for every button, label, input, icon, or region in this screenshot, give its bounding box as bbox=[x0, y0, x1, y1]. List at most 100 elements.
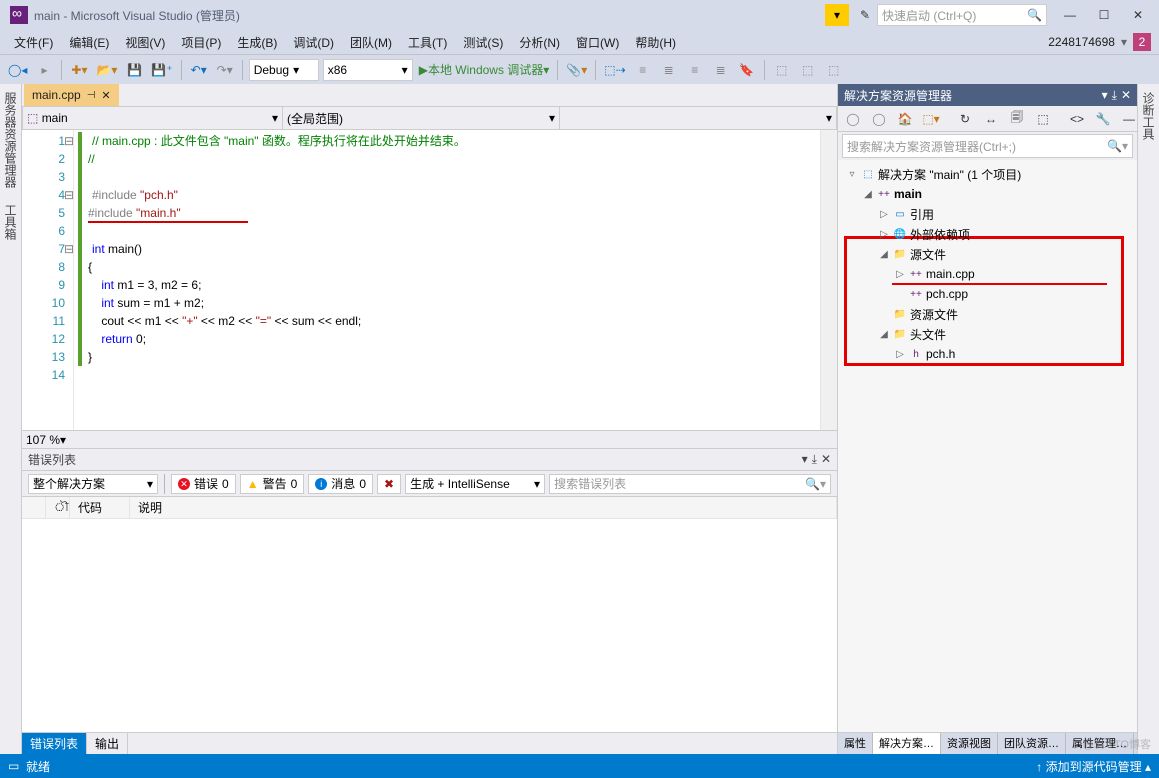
menu-file[interactable]: 文件(F) bbox=[8, 32, 59, 53]
close-button[interactable]: ✕ bbox=[1121, 4, 1155, 26]
close-tab-icon[interactable]: ✕ bbox=[101, 89, 110, 102]
menu-build[interactable]: 生成(B) bbox=[231, 32, 283, 53]
error-list-body[interactable] bbox=[22, 519, 837, 732]
tree-node[interactable]: ▷ ▭ 引用 bbox=[838, 204, 1137, 224]
nav-member-combo[interactable]: ▾ bbox=[560, 107, 836, 129]
solution-explorer-title[interactable]: 解决方案资源管理器 ▾⤓✕ bbox=[838, 84, 1137, 106]
team-explorer-tab[interactable]: 团队资源… bbox=[998, 733, 1066, 754]
toolbar-comment-icon[interactable]: ≡ bbox=[684, 59, 706, 81]
menu-analyze[interactable]: 分析(N) bbox=[513, 32, 566, 53]
panel-pin-icon[interactable]: ⤓ bbox=[812, 452, 817, 467]
editor-scrollbar[interactable] bbox=[820, 130, 837, 430]
feedback-icon[interactable]: ✎ bbox=[853, 4, 877, 26]
new-project-button[interactable]: ✚▾ bbox=[68, 59, 90, 81]
panel-dropdown-icon[interactable]: ▾ bbox=[802, 452, 808, 467]
nav-fwd-button[interactable]: ▸ bbox=[33, 59, 55, 81]
source-control-status[interactable]: ↑ 添加到源代码管理 ▴ bbox=[1036, 758, 1151, 775]
se-code-icon[interactable]: <> bbox=[1066, 108, 1088, 130]
solution-explorer-tab[interactable]: 解决方案… bbox=[873, 733, 941, 754]
user-dropdown-icon[interactable]: ▾ bbox=[1121, 35, 1127, 49]
tree-node[interactable]: ▷ ++ main.cpp bbox=[838, 264, 1137, 284]
toolbar-uncomment-icon[interactable]: ≣ bbox=[710, 59, 732, 81]
start-debug-button[interactable]: ▶ 本地 Windows 调试器 ▾ bbox=[417, 59, 552, 81]
nav-scope-combo[interactable]: ⬚ main▾ bbox=[23, 107, 283, 129]
se-properties-icon[interactable]: 🔧 bbox=[1092, 108, 1114, 130]
error-list-tab[interactable]: 错误列表 bbox=[22, 733, 87, 754]
nav-type-combo[interactable]: (全局范围)▾ bbox=[283, 107, 560, 129]
minimize-button[interactable]: — bbox=[1053, 4, 1087, 26]
notifications-flag-icon[interactable]: ▾ bbox=[825, 4, 849, 26]
se-sync-icon[interactable]: ⬚▾ bbox=[920, 108, 942, 130]
save-button[interactable]: 💾 bbox=[123, 59, 145, 81]
error-search-input[interactable]: 搜索错误列表🔍▾ bbox=[549, 474, 831, 494]
code-editor[interactable]: 1234567891011121314 ⊟// main.cpp : 此文件包含… bbox=[22, 130, 837, 430]
platform-combo[interactable]: x86▾ bbox=[323, 59, 413, 81]
document-tab-main[interactable]: main.cpp ⊣ ✕ bbox=[24, 84, 119, 106]
messages-filter-chip[interactable]: i消息 0 bbox=[308, 474, 373, 494]
redo-button[interactable]: ↷▾ bbox=[214, 59, 236, 81]
toolbar-indent-icon[interactable]: ≡ bbox=[632, 59, 654, 81]
error-list-header[interactable]: ৗ 代码 说明 bbox=[22, 497, 837, 519]
toolbox-tab[interactable]: 工具箱 bbox=[0, 200, 21, 244]
resource-view-tab[interactable]: 资源视图 bbox=[941, 733, 998, 754]
user-id-label[interactable]: 2248174698 bbox=[1048, 35, 1115, 49]
undo-button[interactable]: ↶▾ bbox=[188, 59, 210, 81]
toolbar-attach-icon[interactable]: 📎▾ bbox=[564, 59, 589, 81]
nav-back-button[interactable]: ◯◂ bbox=[6, 59, 29, 81]
panel-close-icon[interactable]: ✕ bbox=[1121, 88, 1131, 103]
tree-node[interactable]: ▷ h pch.h bbox=[838, 344, 1137, 364]
se-refresh-icon[interactable]: ↻ bbox=[954, 108, 976, 130]
se-collapse-icon[interactable]: ↔ bbox=[980, 108, 1002, 130]
error-list-title-bar[interactable]: 错误列表 ▾⤓✕ bbox=[22, 449, 837, 471]
menu-help[interactable]: 帮助(H) bbox=[629, 32, 682, 53]
tree-node[interactable]: ◢ 📁 源文件 bbox=[838, 244, 1137, 264]
config-combo[interactable]: Debug▾ bbox=[249, 59, 319, 81]
menu-project[interactable]: 项目(P) bbox=[175, 32, 227, 53]
tree-node[interactable]: 📁 资源文件 bbox=[838, 304, 1137, 324]
save-all-button[interactable]: 💾⁺ bbox=[149, 59, 174, 81]
solution-tree[interactable]: ▿ ⬚ 解决方案 "main" (1 个项目) ◢ ++ main ▷ ▭ 引用… bbox=[838, 160, 1137, 732]
panel-dropdown-icon[interactable]: ▾ bbox=[1102, 88, 1108, 103]
toolbar-ext3-icon[interactable]: ⬚ bbox=[823, 59, 845, 81]
menu-edit[interactable]: 编辑(E) bbox=[63, 32, 115, 53]
maximize-button[interactable]: ☐ bbox=[1087, 4, 1121, 26]
tree-node[interactable]: ▿ ⬚ 解决方案 "main" (1 个项目) bbox=[838, 164, 1137, 184]
toolbar-outdent-icon[interactable]: ≣ bbox=[658, 59, 680, 81]
menu-window[interactable]: 窗口(W) bbox=[570, 32, 625, 53]
se-preview-icon[interactable]: ⬚ bbox=[1032, 108, 1054, 130]
tree-node[interactable]: ◢ ++ main bbox=[838, 184, 1137, 204]
toolbar-ext2-icon[interactable]: ⬚ bbox=[797, 59, 819, 81]
se-home-icon[interactable]: 🏠 bbox=[894, 108, 916, 130]
tree-node[interactable]: ◢ 📁 头文件 bbox=[838, 324, 1137, 344]
menu-test[interactable]: 测试(S) bbox=[457, 32, 509, 53]
menu-team[interactable]: 团队(M) bbox=[344, 32, 398, 53]
se-showall-icon[interactable]: 🗐 bbox=[1006, 108, 1028, 130]
toolbar-step-icon[interactable]: ⬚⇢ bbox=[602, 59, 627, 81]
properties-tab[interactable]: 属性 bbox=[838, 733, 873, 754]
toolbar-ext1-icon[interactable]: ⬚ bbox=[771, 59, 793, 81]
build-filter-button[interactable]: ✖ bbox=[377, 474, 401, 494]
intellisense-filter-combo[interactable]: 生成 + IntelliSense▾ bbox=[405, 474, 545, 494]
errors-filter-chip[interactable]: ✕错误 0 bbox=[171, 474, 236, 494]
se-fwd-icon[interactable]: ◯ bbox=[868, 108, 890, 130]
toolbar-bookmark-icon[interactable]: 🔖 bbox=[736, 59, 758, 81]
tree-node[interactable]: ++ pch.cpp bbox=[838, 284, 1137, 304]
server-explorer-tab[interactable]: 服务器资源管理器 bbox=[0, 88, 21, 192]
panel-close-icon[interactable]: ✕ bbox=[821, 452, 831, 467]
output-tab[interactable]: 输出 bbox=[87, 733, 128, 754]
menu-debug[interactable]: 调试(D) bbox=[287, 32, 340, 53]
open-file-button[interactable]: 📂▾ bbox=[94, 59, 119, 81]
error-scope-combo[interactable]: 整个解决方案▾ bbox=[28, 474, 158, 494]
se-back-icon[interactable]: ◯ bbox=[842, 108, 864, 130]
menu-view[interactable]: 视图(V) bbox=[119, 32, 171, 53]
zoom-combo[interactable]: 107 % ▾ bbox=[22, 430, 837, 448]
warnings-filter-chip[interactable]: ▲警告 0 bbox=[240, 474, 305, 494]
user-badge[interactable]: 2 bbox=[1133, 33, 1151, 51]
quick-launch-input[interactable]: 快速启动 (Ctrl+Q) 🔍 bbox=[877, 4, 1047, 26]
tree-node[interactable]: ▷ 🌐 外部依赖项 bbox=[838, 224, 1137, 244]
solution-explorer-search[interactable]: 搜索解决方案资源管理器(Ctrl+;)🔍▾ bbox=[842, 134, 1133, 158]
menu-tools[interactable]: 工具(T) bbox=[402, 32, 453, 53]
panel-pin-icon[interactable]: ⤓ bbox=[1112, 88, 1117, 103]
pin-icon[interactable]: ⊣ bbox=[87, 90, 96, 101]
diagnostics-tab[interactable]: 诊断工具 bbox=[1138, 88, 1159, 144]
